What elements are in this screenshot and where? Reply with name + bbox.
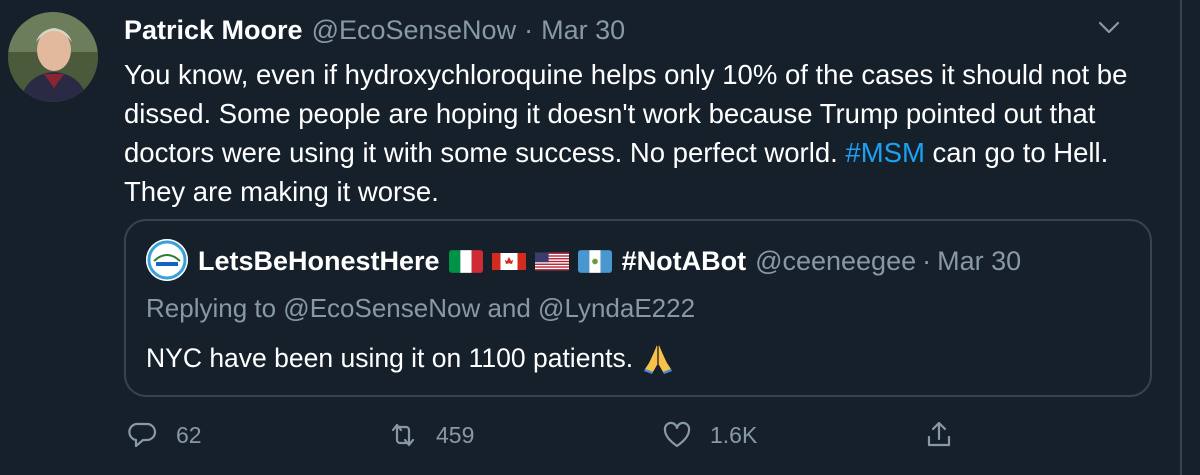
retweet-action[interactable]: 459 <box>388 418 474 452</box>
retweet-count: 459 <box>436 421 475 448</box>
like-action[interactable]: 1.6K <box>662 418 757 452</box>
quoted-tweet-body: NYC have been using it on 1100 patients. <box>146 341 675 375</box>
quoted-author-name[interactable]: LetsBeHonestHere <box>198 246 440 277</box>
retweet-icon[interactable] <box>388 420 418 450</box>
hashtag-link[interactable]: #MSM <box>845 137 924 168</box>
quoted-header-separator: · <box>922 245 932 276</box>
share-action[interactable] <box>924 418 954 452</box>
quoted-name-suffix: #NotABot <box>621 245 747 276</box>
author-avatar[interactable] <box>8 12 98 102</box>
tweet-body: You know, even if hydroxychloroquine hel… <box>124 55 1154 211</box>
reply-icon[interactable] <box>128 420 158 450</box>
quoted-tweet[interactable]: LetsBeHonestHere #NotABot @ceeneegee · M… <box>124 219 1152 397</box>
like-count: 1.6K <box>710 421 758 448</box>
caret-down-icon[interactable] <box>1097 16 1121 40</box>
replying-to-text: Replying to @EcoSenseNow and @LyndaE222 <box>146 293 696 323</box>
quoted-author-avatar[interactable] <box>146 239 188 281</box>
folded-hands-icon <box>641 341 675 375</box>
italy-flag-icon <box>448 249 483 273</box>
reply-action[interactable]: 62 <box>128 418 202 452</box>
reply-count: 62 <box>176 421 202 448</box>
guatemala-flag-icon <box>577 249 612 273</box>
tweet-actions: 62 459 1.6K <box>124 418 1124 452</box>
author-handle[interactable]: @EcoSenseNow <box>312 15 517 46</box>
quoted-author-handle[interactable]: @ceeneegee <box>755 246 916 277</box>
header-separator: · <box>524 14 534 45</box>
column-divider <box>1180 0 1182 475</box>
tweet-date[interactable]: Mar 30 <box>541 15 625 46</box>
author-name[interactable]: Patrick Moore <box>124 15 303 46</box>
share-icon[interactable] <box>924 420 954 450</box>
like-icon[interactable] <box>662 420 692 450</box>
usa-flag-icon <box>534 250 569 273</box>
canada-flag-icon <box>491 250 526 273</box>
quoted-tweet-date[interactable]: Mar 30 <box>937 246 1021 277</box>
tweet-header: Patrick Moore @EcoSenseNow · Mar 30 <box>124 12 625 48</box>
quoted-tweet-text: NYC have been using it on 1100 patients. <box>146 342 634 373</box>
quoted-tweet-header: LetsBeHonestHere #NotABot @ceeneegee · M… <box>198 243 1021 279</box>
